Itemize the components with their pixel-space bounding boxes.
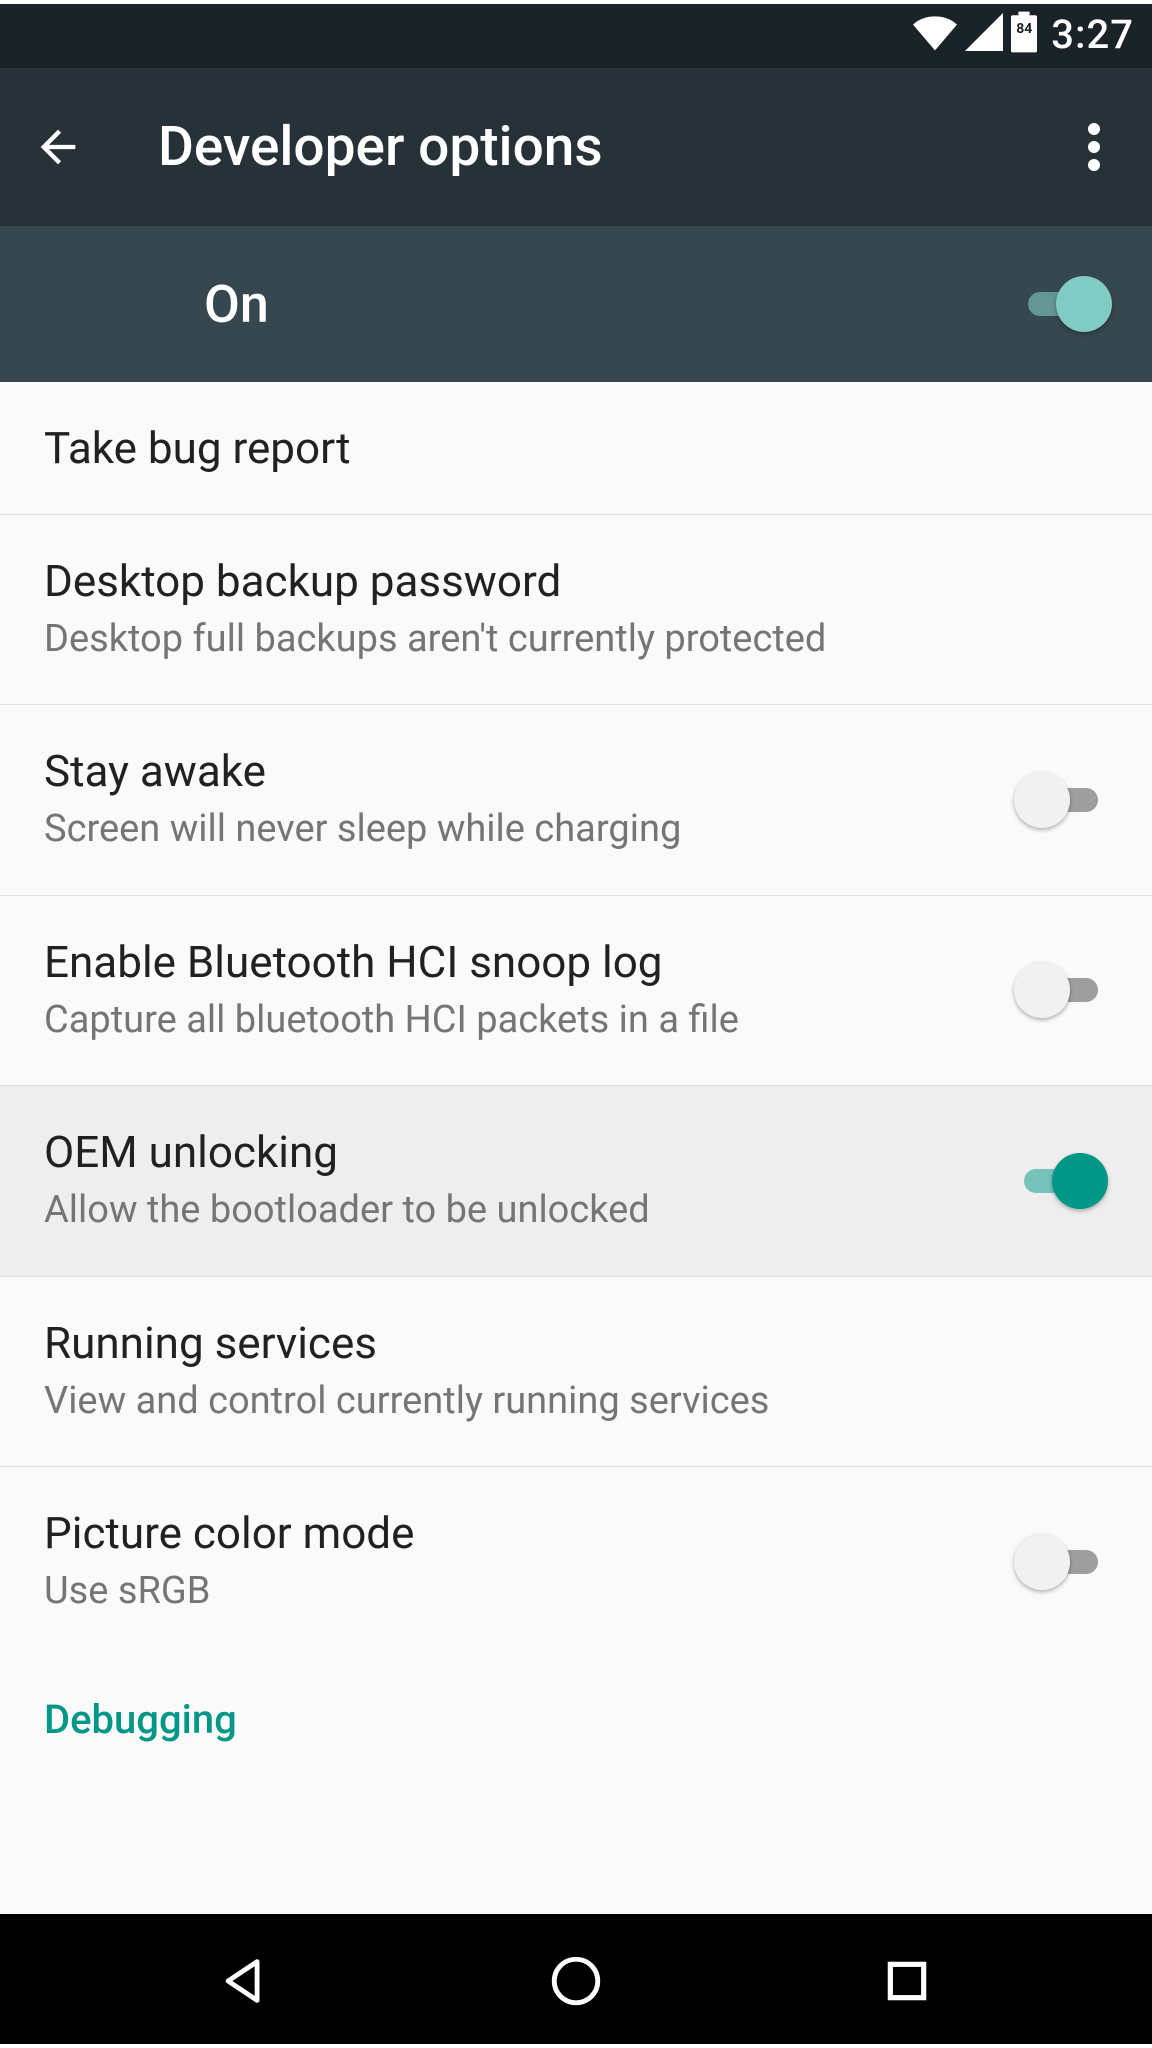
- section-label: Debugging: [44, 1696, 1108, 1743]
- battery-level: 84: [1011, 21, 1037, 37]
- row-stay-awake[interactable]: Stay awake Screen will never sleep while…: [0, 705, 1152, 895]
- stay-awake-switch[interactable]: [1014, 772, 1108, 828]
- picture-color-switch[interactable]: [1014, 1534, 1108, 1590]
- row-subtitle: Use sRGB: [44, 1567, 990, 1616]
- row-oem-unlock[interactable]: OEM unlocking Allow the bootloader to be…: [0, 1086, 1152, 1276]
- master-toggle-row[interactable]: On: [0, 226, 1152, 382]
- nav-recent-button[interactable]: [867, 1941, 947, 2021]
- master-toggle-switch[interactable]: [1018, 276, 1112, 332]
- row-title: Take bug report: [44, 422, 1108, 474]
- status-icons: 84: [913, 11, 1037, 57]
- back-button[interactable]: [28, 117, 88, 177]
- row-subtitle: Screen will never sleep while charging: [44, 805, 990, 854]
- row-title: Stay awake: [44, 745, 990, 797]
- row-title: Picture color mode: [44, 1507, 990, 1559]
- row-bug-report[interactable]: Take bug report: [0, 382, 1152, 515]
- row-picture-color[interactable]: Picture color mode Use sRGB: [0, 1467, 1152, 1656]
- row-hci-snoop[interactable]: Enable Bluetooth HCI snoop log Capture a…: [0, 896, 1152, 1086]
- master-toggle-label: On: [204, 274, 269, 335]
- battery-icon: 84: [1011, 11, 1037, 57]
- row-desktop-backup[interactable]: Desktop backup password Desktop full bac…: [0, 515, 1152, 705]
- status-bar: 84 3:27: [0, 0, 1152, 68]
- nav-back-button[interactable]: [205, 1941, 285, 2021]
- row-title: OEM unlocking: [44, 1126, 990, 1178]
- app-bar: Developer options: [0, 68, 1152, 226]
- row-title: Running services: [44, 1317, 1108, 1369]
- row-title: Enable Bluetooth HCI snoop log: [44, 936, 990, 988]
- row-subtitle: Capture all bluetooth HCI packets in a f…: [44, 996, 990, 1045]
- nav-home-button[interactable]: [536, 1941, 616, 2021]
- settings-list[interactable]: Take bug report Desktop backup password …: [0, 382, 1152, 1914]
- wifi-icon: [913, 13, 957, 55]
- row-subtitle: Desktop full backups aren't currently pr…: [44, 615, 1108, 664]
- overflow-menu-button[interactable]: [1064, 117, 1124, 177]
- oem-unlock-switch[interactable]: [1014, 1153, 1108, 1209]
- section-debugging: Debugging: [0, 1656, 1152, 1753]
- hci-snoop-switch[interactable]: [1014, 962, 1108, 1018]
- row-subtitle: Allow the bootloader to be unlocked: [44, 1186, 990, 1235]
- system-nav-bar: [0, 1914, 1152, 2048]
- screen: 84 3:27 Developer options On Take bug re…: [0, 0, 1152, 2048]
- row-running-services[interactable]: Running services View and control curren…: [0, 1277, 1152, 1467]
- frame-edge-bottom: [0, 2044, 1152, 2048]
- row-subtitle: View and control currently running servi…: [44, 1377, 1108, 1426]
- status-time: 3:27: [1051, 11, 1134, 58]
- row-title: Desktop backup password: [44, 555, 1108, 607]
- page-title: Developer options: [158, 115, 603, 179]
- cell-signal-icon: [965, 13, 1003, 55]
- frame-edge-top: [0, 0, 1152, 4]
